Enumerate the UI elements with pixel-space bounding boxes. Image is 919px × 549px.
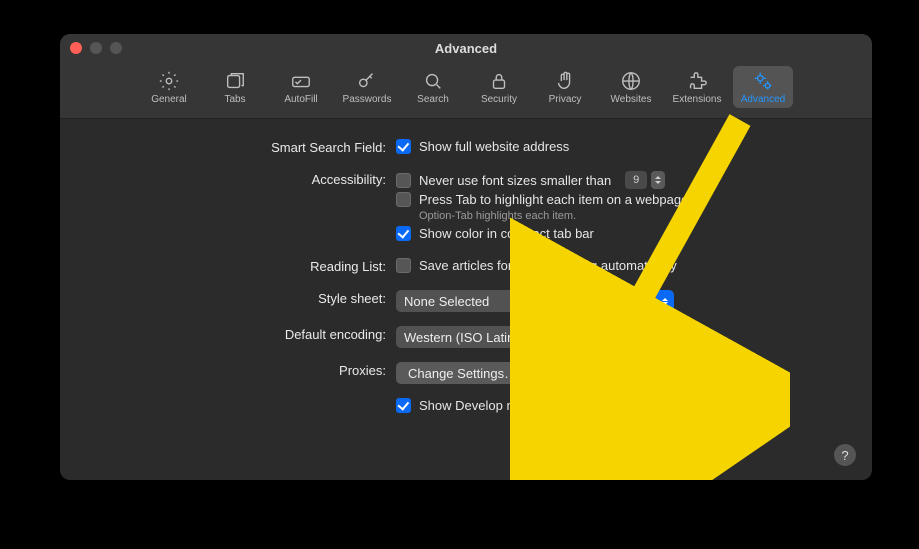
- close-button[interactable]: [70, 42, 82, 54]
- chevron-updown-icon: [656, 290, 674, 312]
- hand-icon: [554, 70, 576, 92]
- chevron-updown-icon: [656, 326, 674, 348]
- content-area: Smart Search Field: Show full website ad…: [60, 119, 872, 440]
- show-full-address-text: Show full website address: [419, 139, 569, 154]
- default-encoding-label: Default encoding:: [96, 326, 396, 342]
- save-offline-checkbox[interactable]: [396, 258, 411, 273]
- save-offline-text: Save articles for offline reading automa…: [419, 258, 677, 273]
- show-full-address-checkbox[interactable]: [396, 139, 411, 154]
- preferences-window: Advanced General Tabs AutoFill Passwords…: [60, 34, 872, 480]
- reading-list-label: Reading List:: [96, 258, 396, 274]
- option-tab-hint: Option-Tab highlights each item.: [419, 210, 836, 222]
- tab-search[interactable]: Search: [403, 66, 463, 108]
- press-tab-text: Press Tab to highlight each item on a we…: [419, 192, 688, 207]
- tabs-icon: [224, 70, 246, 92]
- tab-websites[interactable]: Websites: [601, 66, 661, 108]
- gears-icon: [752, 70, 774, 92]
- default-encoding-select[interactable]: Western (ISO Latin 1): [396, 326, 674, 348]
- lock-icon: [488, 70, 510, 92]
- compact-tab-color-checkbox[interactable]: [396, 226, 411, 241]
- traffic-lights: [70, 42, 122, 54]
- show-develop-menu-text: Show Develop menu in menu bar: [419, 398, 611, 413]
- tab-privacy[interactable]: Privacy: [535, 66, 595, 108]
- window-title: Advanced: [435, 41, 497, 56]
- tab-general[interactable]: General: [139, 66, 199, 108]
- tab-security[interactable]: Security: [469, 66, 529, 108]
- style-sheet-select[interactable]: None Selected: [396, 290, 674, 312]
- tab-extensions[interactable]: Extensions: [667, 66, 727, 108]
- font-size-stepper[interactable]: [651, 171, 665, 189]
- proxies-label: Proxies:: [96, 362, 396, 378]
- tab-tabs[interactable]: Tabs: [205, 66, 265, 108]
- help-button[interactable]: ?: [834, 444, 856, 466]
- gear-icon: [158, 70, 180, 92]
- press-tab-checkbox[interactable]: [396, 192, 411, 207]
- smart-search-label: Smart Search Field:: [96, 139, 396, 155]
- accessibility-label: Accessibility:: [96, 171, 396, 187]
- font-size-value[interactable]: 9: [625, 171, 647, 189]
- globe-icon: [620, 70, 642, 92]
- autofill-icon: [290, 70, 312, 92]
- style-sheet-label: Style sheet:: [96, 290, 396, 306]
- tab-passwords[interactable]: Passwords: [337, 66, 397, 108]
- min-font-text: Never use font sizes smaller than: [419, 173, 611, 188]
- tab-advanced[interactable]: Advanced: [733, 66, 793, 108]
- compact-tab-color-text: Show color in compact tab bar: [419, 226, 594, 241]
- search-icon: [422, 70, 444, 92]
- tab-autofill[interactable]: AutoFill: [271, 66, 331, 108]
- key-icon: [356, 70, 378, 92]
- show-develop-menu-checkbox[interactable]: [396, 398, 411, 413]
- titlebar: Advanced: [60, 34, 872, 63]
- puzzle-icon: [686, 70, 708, 92]
- min-font-checkbox[interactable]: [396, 173, 411, 188]
- toolbar: General Tabs AutoFill Passwords Search S…: [60, 63, 872, 119]
- change-settings-button[interactable]: Change Settings…: [396, 362, 529, 384]
- zoom-button[interactable]: [110, 42, 122, 54]
- minimize-button[interactable]: [90, 42, 102, 54]
